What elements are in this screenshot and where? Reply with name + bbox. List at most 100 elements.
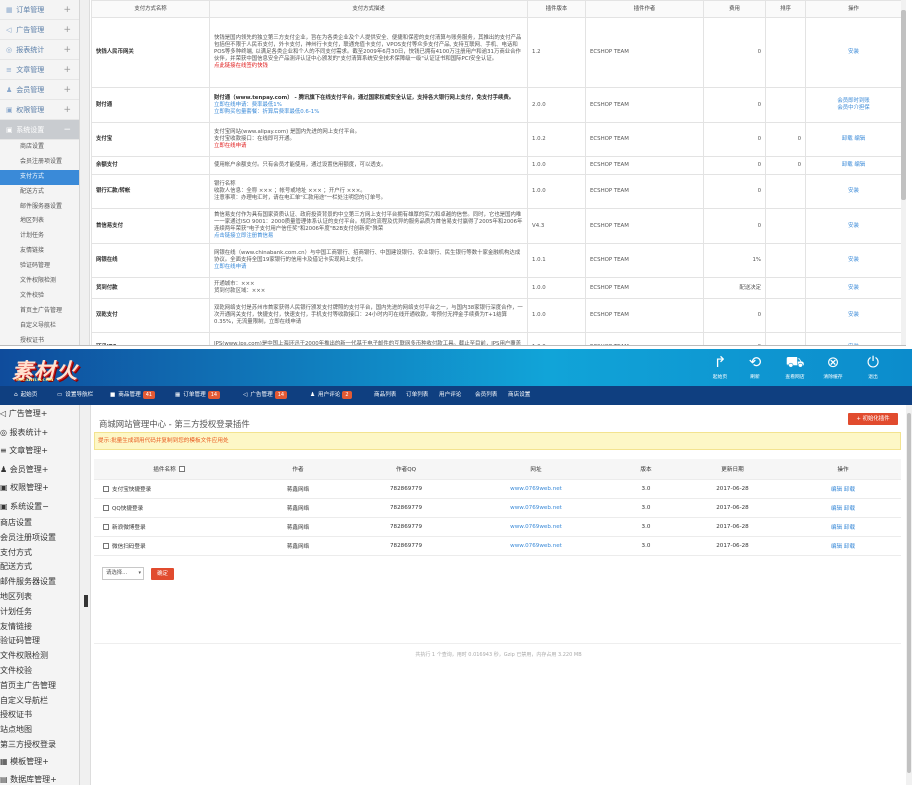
action-link[interactable]: 安装 [848,49,859,55]
nav-item[interactable]: 商品列表 [374,386,396,405]
sidebar-item[interactable]: 计划任务 [0,229,79,244]
vertical-scrollbar[interactable] [906,405,912,785]
sidebar-item[interactable]: 地区列表 [0,590,79,605]
sidebar-item[interactable]: 验证码管理 [0,259,79,274]
website-link[interactable]: www.0769web.net [510,524,562,530]
row-checkbox[interactable] [103,524,109,530]
action-link[interactable]: 编辑 [854,162,865,168]
website-link[interactable]: www.0769web.net [510,543,562,549]
sidebar-item[interactable]: 邮件服务器设置 [0,200,79,215]
nav-item[interactable]: 用户评论 [439,386,461,405]
sidebar-group[interactable]: ▦ 模板管理+ [0,753,79,772]
sidebar-group[interactable]: ♟ 会员管理+ [0,461,79,480]
toolbar-button[interactable]: ↱ 起始页 [705,353,735,385]
sidebar-item[interactable]: 授权证书 [0,334,79,345]
nav-item[interactable]: ▭ 设置导航栏 [57,386,93,405]
nav-item[interactable]: 会员列表 [475,386,497,405]
sidebar-group[interactable]: ▦ 订单管理 + [0,0,79,20]
sidebar-item[interactable]: 友情链接 [0,620,79,635]
sidebar-item[interactable]: 商店设置 [0,140,79,155]
action-link[interactable]: 编辑 [831,544,842,550]
sidebar-group[interactable]: ◎ 报表统计+ [0,424,79,443]
sidebar-item[interactable]: 自定义导航栏 [0,694,79,709]
description-link[interactable]: 立即在线申请 [214,264,523,271]
vertical-scrollbar[interactable] [901,0,906,345]
sidebar-item[interactable]: 商店设置 [0,516,79,531]
action-link[interactable]: 安装 [848,257,859,263]
sidebar-item[interactable]: 文件校验 [0,289,79,304]
action-link[interactable]: 卸载 [842,162,853,168]
sidebar-group[interactable]: ◎ 报表统计+ [0,40,79,60]
row-checkbox[interactable] [103,505,109,511]
sidebar-item[interactable]: 配送方式 [0,560,79,575]
sidebar-collapse-gutter[interactable] [80,405,91,785]
toolbar-button[interactable]: ⛟ 查看网店 [780,353,810,385]
description-link[interactable]: 点击链接立即注册首信易 [214,233,523,240]
row-checkbox[interactable] [103,543,109,549]
sidebar-item[interactable]: 站点地图 [0,723,79,738]
action-link[interactable]: 卸载 [844,487,855,493]
sidebar-group[interactable]: ◁ 广告管理+ [0,405,79,424]
nav-item[interactable]: 订单列表 [406,386,428,405]
sidebar-item[interactable]: 首页主广告管理 [0,304,79,319]
sidebar-group[interactable]: ▣ 权限管理+ [0,100,79,120]
action-link[interactable]: 卸载 [844,544,855,550]
sidebar-collapse-gutter[interactable] [80,0,90,345]
sidebar-item[interactable]: 地区列表 [0,214,79,229]
sidebar-item[interactable]: 会员注册项设置 [0,531,79,546]
apply-link[interactable]: 点此链接在线签约快钱 [214,63,523,70]
sidebar-item[interactable]: 支付方式 [0,169,79,185]
action-link[interactable]: 编辑 [854,136,865,142]
website-link[interactable]: www.0769web.net [510,486,562,492]
init-plugin-button[interactable]: + 初始化插件 [848,413,898,425]
sidebar-group[interactable]: ▣ 系统设置− [0,498,79,517]
sidebar-item[interactable]: 第三方授权登录 [0,738,79,753]
sidebar-item[interactable]: 友情链接 [0,244,79,259]
toolbar-button[interactable]: ⏻ 退出 [858,353,888,385]
nav-item[interactable]: 商店设置 [508,386,530,405]
sidebar-item[interactable]: 支付方式 [0,546,79,561]
sidebar-item[interactable]: 验证码管理 [0,634,79,649]
action-link[interactable]: 会员即时到账 [837,98,869,104]
action-link[interactable]: 卸载 [842,136,853,142]
toolbar-button[interactable]: ⟲ 刷新 [740,353,770,385]
sidebar-item[interactable]: 自定义导航栏 [0,319,79,334]
collapse-arrow-icon[interactable] [84,595,88,607]
description-link[interactable]: 立即在线申请：费率最低1% [214,102,523,109]
apply-link[interactable]: 立即在线申请 [214,143,523,150]
toolbar-button[interactable]: ⊗ 清除缓存 [818,353,848,385]
sidebar-group[interactable]: ◁ 广告管理+ [0,20,79,40]
sidebar-item[interactable]: 计划任务 [0,605,79,620]
action-link[interactable]: 安装 [848,312,859,318]
nav-item[interactable]: ◁ 广告管理 14 [243,386,288,405]
sidebar-item[interactable]: 文件校验 [0,664,79,679]
batch-action-select[interactable]: 请选择... ▾ [102,567,144,580]
action-link[interactable]: 编辑 [831,487,842,493]
action-link[interactable]: 安装 [848,188,859,194]
sidebar-item[interactable]: 首页主广告管理 [0,679,79,694]
action-link[interactable]: 编辑 [831,506,842,512]
sidebar-group[interactable]: ▤ 数据库管理+ [0,771,79,785]
action-link[interactable]: 卸载 [844,506,855,512]
action-link[interactable]: 安装 [848,223,859,229]
sidebar-item[interactable]: 会员注册项设置 [0,155,79,170]
sidebar-item[interactable]: 文件权限检测 [0,274,79,289]
confirm-button[interactable]: 确定 [151,568,174,580]
nav-item[interactable]: ⌂ 起始页 [14,386,37,405]
action-link[interactable]: 编辑 [831,525,842,531]
nav-item[interactable]: ▦ 订单管理 14 [175,386,221,405]
nav-item[interactable]: ■ 商品管理 41 [110,386,156,405]
sidebar-item[interactable]: 配送方式 [0,185,79,200]
action-link[interactable]: 安装 [848,285,859,291]
action-link[interactable]: 安装 [848,344,859,345]
action-link[interactable]: 卸载 [844,525,855,531]
sidebar-item[interactable]: 文件权限检测 [0,649,79,664]
sidebar-item[interactable]: 授权证书 [0,708,79,723]
nav-item[interactable]: ♟ 用户评论 2 [310,386,352,405]
row-checkbox[interactable] [103,486,109,492]
select-all-checkbox[interactable] [178,466,185,473]
action-link[interactable]: 会员中介担保 [837,105,869,111]
sidebar-group[interactable]: ▣ 权限管理+ [0,479,79,498]
sidebar-group[interactable]: ≡ 文章管理 + [0,60,79,80]
sidebar-item[interactable]: 邮件服务器设置 [0,575,79,590]
